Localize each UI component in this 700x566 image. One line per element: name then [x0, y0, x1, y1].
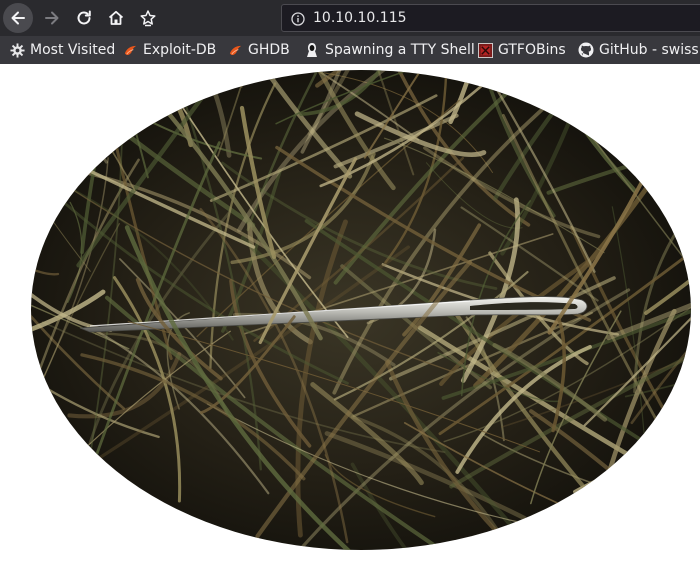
url-text[interactable]: 10.10.10.115: [313, 10, 407, 26]
hay-strand: [31, 70, 79, 146]
hay-strand: [31, 70, 70, 89]
exploitdb-icon: [122, 42, 138, 58]
ghdb-icon: [227, 42, 243, 58]
info-icon[interactable]: [291, 11, 305, 26]
reload-button[interactable]: [69, 4, 99, 32]
page-content: [0, 64, 700, 566]
bookmark-exploit-db[interactable]: Exploit-DB: [122, 36, 216, 64]
hay-strand: [624, 70, 640, 122]
haystack: [0, 64, 700, 550]
hay-strand: [579, 70, 691, 103]
bookmark-tty-shell[interactable]: Spawning a TTY Shell: [304, 36, 475, 64]
bookmark-label: Most Visited: [30, 42, 116, 58]
star-badge-icon: [139, 9, 157, 27]
hay-strand: [31, 70, 101, 88]
bookmark-label: GHDB: [248, 42, 290, 58]
hacker-icon: [304, 42, 320, 58]
hay-strand: [694, 64, 700, 127]
gear-icon: [9, 42, 25, 58]
forward-arrow-icon: [43, 9, 61, 27]
home-icon: [107, 9, 125, 27]
bookmark-label: Spawning a TTY Shell: [325, 42, 475, 58]
hay-strand: [31, 70, 137, 119]
bookmark-ghdb[interactable]: GHDB: [227, 36, 290, 64]
hay-strand: [31, 70, 42, 108]
bookmark-most-visited[interactable]: Most Visited: [9, 36, 115, 64]
bookmarks-bar: Most Visited Exploit-DB GHDB Spawning a …: [0, 36, 700, 64]
hay-strand: [683, 70, 691, 77]
hay-strand: [31, 70, 45, 164]
hay-strand: [70, 70, 107, 110]
pocket-button[interactable]: [133, 4, 163, 32]
hay-strand: [0, 64, 175, 66]
home-button[interactable]: [101, 4, 131, 32]
hay-strand: [606, 70, 670, 154]
needle-haystack-image: [0, 64, 700, 550]
hay-strand: [659, 71, 691, 178]
hay-strand: [70, 70, 243, 88]
back-button[interactable]: [3, 3, 33, 33]
gtfobins-icon: [477, 42, 493, 58]
reload-icon: [75, 9, 93, 27]
bookmark-gtfobins[interactable]: GTFOBins: [477, 36, 566, 64]
url-bar[interactable]: 10.10.10.115: [281, 4, 700, 32]
bookmark-github[interactable]: GitHub - swiss: [578, 36, 699, 64]
github-icon: [578, 42, 594, 58]
hay-strand: [31, 70, 108, 164]
bookmark-label: GitHub - swiss: [599, 42, 699, 58]
forward-button[interactable]: [37, 4, 67, 32]
hay-strand: [517, 70, 691, 86]
browser-toolbar: 10.10.10.115: [0, 0, 700, 36]
hay-strand: [574, 70, 691, 103]
bookmark-label: Exploit-DB: [143, 42, 217, 58]
hay-strand: [0, 64, 17, 168]
bookmark-label: GTFOBins: [498, 42, 566, 58]
back-arrow-icon: [3, 3, 33, 33]
hay-strand: [31, 70, 67, 144]
